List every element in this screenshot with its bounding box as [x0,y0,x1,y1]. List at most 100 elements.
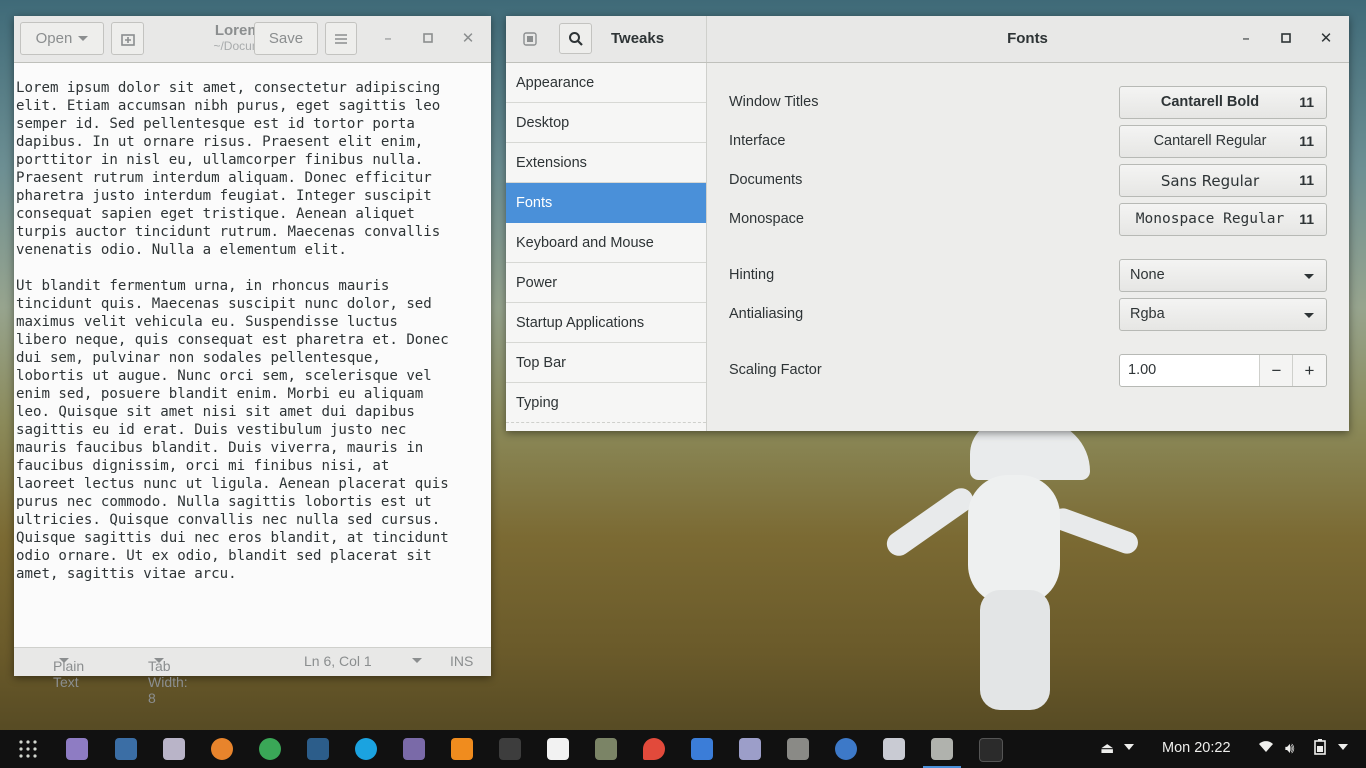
search-icon [568,31,583,46]
font-name: Monospace Regular [1135,211,1285,227]
editor-headerbar: Open Lorem.txt ~/Documents Save – ✕ [14,16,491,63]
font-size: 11 [1299,172,1314,188]
close-icon[interactable]: ✕ [460,30,476,46]
terminal-icon[interactable] [979,738,1003,762]
figure-left-arm [882,483,978,561]
battery-icon[interactable] [1314,739,1326,759]
text-editor-window[interactable]: Open Lorem.txt ~/Documents Save – ✕ Lore… [14,16,491,706]
cursor-position: Ln 6, Col 1 [304,653,372,669]
chrome-icon[interactable] [259,738,281,760]
steam-icon[interactable] [307,738,329,760]
tweaks-app-icon [522,31,537,46]
taskbar: ⏏ Mon 20:22 🔊︎ [0,730,1366,768]
clock[interactable]: Mon 20:22 [1162,740,1231,756]
sidebar-item-keyboard-and-mouse[interactable]: Keyboard and Mouse [506,223,706,263]
editor-statusbar: Plain Text Tab Width: 8 Ln 6, Col 1 INS [14,647,491,706]
chevron-down-icon [412,658,422,663]
maximize-icon[interactable] [1278,30,1294,46]
volume-icon[interactable]: 🔊︎ [1285,739,1294,757]
skype-icon[interactable] [355,738,377,760]
gimp-icon[interactable] [403,738,425,760]
insert-mode: INS [450,653,474,669]
app-menu-button[interactable] [514,23,545,54]
tweaks-headerbar: Tweaks Fonts – ✕ [506,16,1349,63]
save-button-label: Save [268,30,304,47]
hamburger-menu-icon [335,33,347,44]
new-tab-button[interactable] [111,22,144,55]
eject-icon[interactable]: ⏏ [1100,739,1114,757]
chevron-down-icon [154,658,164,663]
font-name: Cantarell Regular [1153,133,1267,149]
wifi-icon[interactable] [1258,739,1274,757]
app-title: Tweaks [611,30,665,47]
hinting-value: None [1130,267,1165,283]
keyboard-icon[interactable] [931,738,953,760]
document-icon[interactable] [691,738,713,760]
interface-font-button[interactable]: Cantarell Regular 11 [1119,125,1327,158]
sidebar-item-top-bar[interactable]: Top Bar [506,343,706,383]
web-icon[interactable] [835,738,857,760]
documents-label: Documents [729,172,803,188]
chevron-down-icon [59,658,69,663]
scaling-factor-value[interactable]: 1.00 [1128,362,1156,378]
tweaks-window[interactable]: Tweaks Fonts – ✕ Appearance Desktop Exte… [506,16,1349,431]
minimize-icon[interactable]: – [1238,30,1254,46]
vlc-icon[interactable] [451,738,473,760]
increment-button[interactable]: + [1292,355,1326,386]
sidebar-item-power[interactable]: Power [506,263,706,303]
close-icon[interactable]: ✕ [1318,30,1334,46]
figure-torso [968,475,1060,605]
sidebar-item-startup-applications[interactable]: Startup Applications [506,303,706,343]
video-player-icon[interactable] [499,738,521,760]
search-button[interactable] [559,23,592,54]
screenshot-icon[interactable] [115,738,137,760]
purple-app-icon[interactable] [66,738,88,760]
settings-icon[interactable] [883,738,905,760]
window-titles-label: Window Titles [729,94,819,110]
sidebar-item-extensions[interactable]: Extensions [506,143,706,183]
figure-legs [980,590,1050,710]
sidebar-item-appearance[interactable]: Appearance [506,63,706,103]
window-titles-font-button[interactable]: Cantarell Bold 11 [1119,86,1327,119]
font-size: 11 [1299,211,1314,227]
decrement-button[interactable]: − [1259,355,1293,386]
monospace-label: Monospace [729,211,804,227]
maps-icon[interactable] [643,738,665,760]
wallpaper-figure [860,420,1160,720]
hinting-dropdown[interactable]: None [1119,259,1327,292]
scaling-factor-label: Scaling Factor [729,362,822,378]
tweaks-sidebar: Appearance Desktop Extensions Fonts Keyb… [506,63,707,431]
chevron-down-icon[interactable] [1338,744,1348,750]
scaling-factor-spinbutton[interactable]: 1.00 − + [1119,354,1327,387]
maximize-icon[interactable] [420,30,436,46]
firefox-icon[interactable] [211,738,233,760]
sidebar-item-fonts[interactable]: Fonts [506,183,706,223]
font-name: Sans Regular [1160,172,1260,190]
sidebar-item-desktop[interactable]: Desktop [506,103,706,143]
open-button[interactable]: Open [20,22,104,55]
tab-width-label: Tab Width: 8 [148,658,188,706]
figure-right-arm [1048,505,1142,557]
menu-button[interactable] [325,22,357,55]
monospace-font-button[interactable]: Monospace Regular 11 [1119,203,1327,236]
documents-font-button[interactable]: Sans Regular 11 [1119,164,1327,197]
minimize-icon[interactable]: – [380,30,396,46]
antialiasing-dropdown[interactable]: Rgba [1119,298,1327,331]
apps-grid-icon[interactable] [17,738,39,760]
save-button[interactable]: Save [254,22,318,55]
music-icon[interactable] [547,738,569,760]
document-text-area[interactable]: Lorem ipsum dolor sit amet, consectetur … [16,79,486,583]
dropdown-arrow-icon [1304,274,1314,279]
pidgin-icon[interactable] [595,738,617,760]
notes-icon[interactable] [739,738,761,760]
chevron-down-icon[interactable] [1124,744,1134,750]
sidebar-item-typing[interactable]: Typing [506,383,706,423]
tweaks-icon[interactable] [787,738,809,760]
font-name: Cantarell Bold [1160,94,1260,110]
open-button-label: Open [35,30,73,47]
hinting-label: Hinting [729,267,775,283]
dropdown-arrow-icon [1304,313,1314,318]
chevron-down-icon [78,36,89,41]
antialiasing-value: Rgba [1130,306,1165,322]
files-icon[interactable] [163,738,185,760]
